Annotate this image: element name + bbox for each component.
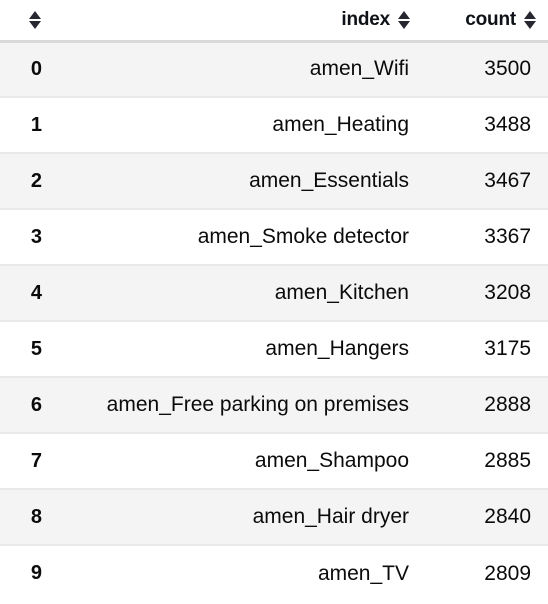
index-cell: amen_Wifi [48, 41, 422, 98]
column-header-rowindex[interactable] [0, 0, 48, 43]
count-cell: 3208 [422, 265, 548, 322]
row-index-cell: 5 [0, 321, 48, 378]
sort-updown-icon-index[interactable] [397, 10, 410, 29]
row-index-cell: 0 [0, 41, 48, 98]
column-header-count[interactable]: count [422, 0, 548, 43]
index-cell: amen_Shampoo [48, 433, 422, 490]
sort-updown-icon-count[interactable] [523, 10, 536, 29]
row-index-cell: 4 [0, 265, 48, 322]
count-cell: 2840 [422, 489, 548, 546]
dataframe-table: index count 0 amen_Wifi 3500 1 amen_Heating 3… [0, 0, 548, 601]
row-index-cell: 8 [0, 489, 48, 546]
table-body: 0 amen_Wifi 3500 1 amen_Heating 3488 2 amen_Ess… [0, 41, 548, 601]
index-cell: amen_Smoke detector [48, 209, 422, 266]
index-cell: amen_Kitchen [48, 265, 422, 322]
column-header-index[interactable]: index [48, 0, 422, 43]
index-cell: amen_TV [48, 545, 422, 601]
count-cell: 3175 [422, 321, 548, 378]
table-row[interactable]: 8 amen_Hair dryer 2840 [0, 489, 548, 546]
count-cell: 2888 [422, 377, 548, 434]
index-cell: amen_Hangers [48, 321, 422, 378]
column-header-count-label: count [465, 9, 516, 31]
count-cell: 2809 [422, 545, 548, 601]
table-row[interactable]: 6 amen_Free parking on premises 2888 [0, 377, 548, 434]
table-row[interactable]: 9 amen_TV 2809 [0, 545, 548, 601]
column-header-index-label: index [341, 9, 390, 31]
table-row[interactable]: 4 amen_Kitchen 3208 [0, 265, 548, 322]
row-index-cell: 9 [0, 545, 48, 601]
row-index-cell: 7 [0, 433, 48, 490]
header-row: index count [0, 0, 548, 43]
index-cell: amen_Free parking on premises [48, 377, 422, 434]
index-cell: amen_Heating [48, 97, 422, 154]
table-row[interactable]: 1 amen_Heating 3488 [0, 97, 548, 154]
row-index-cell: 1 [0, 97, 48, 154]
sort-updown-icon-rowindex[interactable] [28, 10, 41, 29]
count-cell: 3500 [422, 41, 548, 98]
table-row[interactable]: 2 amen_Essentials 3467 [0, 153, 548, 210]
index-cell: amen_Hair dryer [48, 489, 422, 546]
index-cell: amen_Essentials [48, 153, 422, 210]
row-index-cell: 6 [0, 377, 48, 434]
table-row[interactable]: 7 amen_Shampoo 2885 [0, 433, 548, 490]
row-index-cell: 2 [0, 153, 48, 210]
count-cell: 3467 [422, 153, 548, 210]
row-index-cell: 3 [0, 209, 48, 266]
count-cell: 2885 [422, 433, 548, 490]
table-row[interactable]: 0 amen_Wifi 3500 [0, 41, 548, 98]
table-row[interactable]: 5 amen_Hangers 3175 [0, 321, 548, 378]
table-header: index count [0, 0, 548, 43]
table-row[interactable]: 3 amen_Smoke detector 3367 [0, 209, 548, 266]
count-cell: 3367 [422, 209, 548, 266]
count-cell: 3488 [422, 97, 548, 154]
